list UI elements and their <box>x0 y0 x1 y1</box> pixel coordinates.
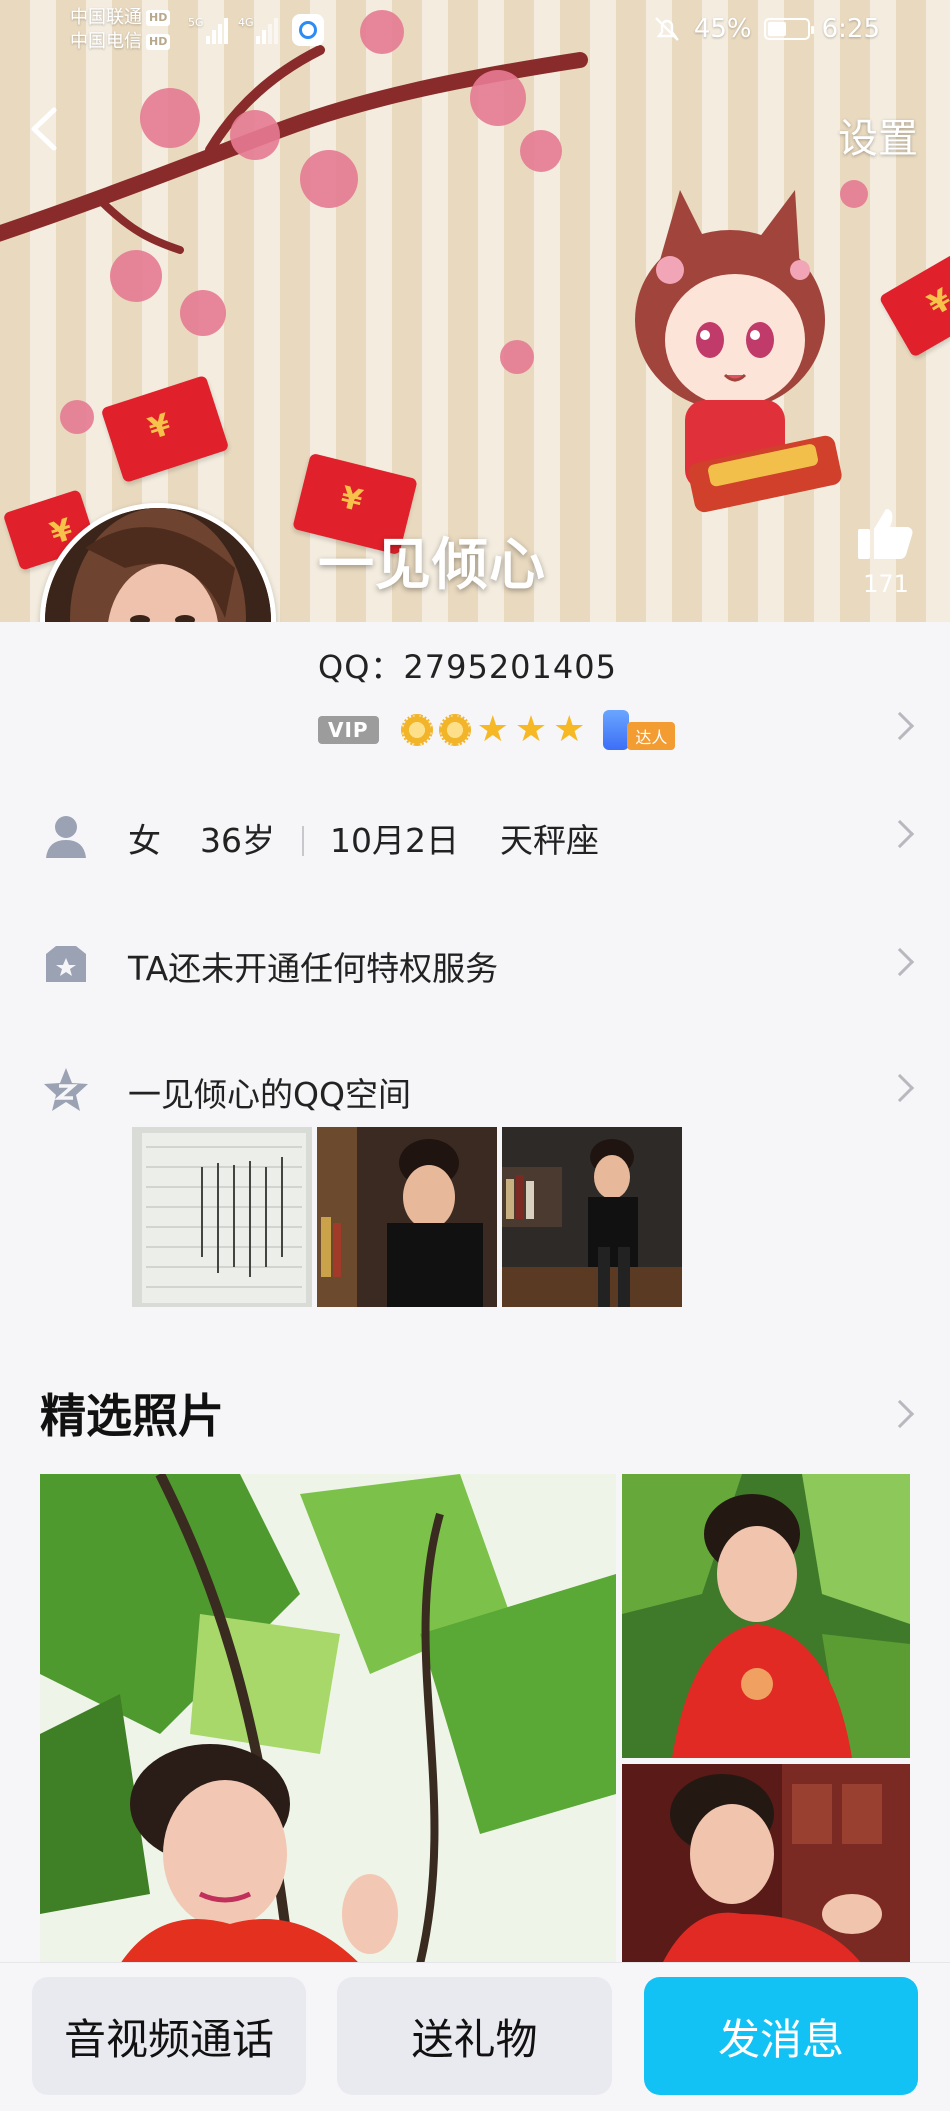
blossom <box>110 250 162 302</box>
qzone-star-icon <box>44 1068 88 1111</box>
blossom <box>500 340 534 374</box>
age: 36岁 <box>200 821 275 860</box>
qzone-text: 一见倾心的QQ空间 <box>128 1075 411 1114</box>
privilege-text: TA还未开通任何特权服务 <box>128 949 499 988</box>
signal-4g-icon: 4G <box>238 16 278 44</box>
blossom <box>300 150 358 208</box>
badge-row[interactable]: VIP ★ ★ ★ 达人 <box>318 710 699 750</box>
privilege-row[interactable]: TA还未开通任何特权服务 <box>0 916 950 1012</box>
qzone-row[interactable]: 一见倾心的QQ空间 <box>0 1042 950 1138</box>
sun-level-icon <box>438 714 471 746</box>
blossom <box>470 70 526 126</box>
vip-badge: VIP <box>318 716 379 744</box>
carrier-1: 中国联通 <box>70 7 142 28</box>
send-message-button[interactable]: 发消息 <box>644 1977 918 2095</box>
qzone-thumbnails <box>132 1127 682 1307</box>
battery-icon <box>763 18 814 40</box>
carrier-info: 中国联通 HD 中国电信 HD <box>70 6 171 54</box>
chevron-right-icon <box>885 819 915 849</box>
clock: 6:25 <box>821 14 880 44</box>
hd-badge: HD <box>146 34 171 50</box>
profile-nickname: 一见倾心 <box>318 533 546 598</box>
blossom <box>230 110 280 160</box>
birthday: 10月2日 <box>330 821 459 860</box>
qzone-thumb-photo[interactable] <box>502 1127 682 1307</box>
mute-bell-icon <box>654 17 679 41</box>
net-label: 5G <box>188 16 204 29</box>
basic-info-row[interactable]: 女 36岁 10月2日 天秤座 <box>0 788 950 884</box>
qq-number: QQ：2795201405 <box>318 648 617 686</box>
back-chevron-icon[interactable] <box>24 104 68 154</box>
anime-fox-girl-illustration <box>635 190 842 513</box>
star-level-icon: ★ <box>553 709 586 750</box>
daren-label: 达人 <box>627 722 676 750</box>
featured-photos-title: 精选照片 <box>40 1389 224 1443</box>
profile-content: QQ：2795201405 VIP ★ ★ ★ 达人 女 36岁 10月2日 天… <box>0 622 950 1964</box>
blossom <box>180 290 226 336</box>
person-icon <box>46 816 86 858</box>
zodiac: 天秤座 <box>500 821 599 860</box>
privilege-crown-icon <box>46 946 86 982</box>
like-count: 171 <box>863 570 909 598</box>
featured-photos-grid <box>40 1474 910 1964</box>
star-level-icon: ★ <box>476 709 509 750</box>
battery-percent: 45% <box>693 14 752 44</box>
daren-badge: 达人 <box>603 710 699 750</box>
notification-app-icon <box>292 14 324 46</box>
qzone-thumb-photo[interactable] <box>317 1127 497 1307</box>
phone-chip-icon <box>603 710 630 750</box>
featured-photo[interactable] <box>622 1764 910 1964</box>
chevron-right-icon <box>885 1073 915 1103</box>
separator <box>301 826 304 856</box>
thumbs-up-icon[interactable] <box>856 505 914 563</box>
net-label: 4G <box>238 16 254 29</box>
basic-info-text: 女 36岁 10月2日 天秤座 <box>128 814 599 862</box>
featured-photo[interactable] <box>622 1474 910 1758</box>
chevron-right-icon[interactable] <box>885 1399 915 1429</box>
carrier-2: 中国电信 <box>70 31 142 52</box>
featured-photo-large[interactable] <box>40 1474 616 1964</box>
hd-badge: HD <box>146 10 171 26</box>
send-gift-button[interactable]: 送礼物 <box>337 1977 612 2095</box>
blossom <box>60 400 94 434</box>
sun-level-icon <box>400 714 433 746</box>
blossom <box>140 88 200 148</box>
red-envelope-decoration <box>878 252 950 358</box>
gender: 女 <box>128 821 161 860</box>
star-level-icon: ★ <box>514 709 548 750</box>
chevron-right-icon[interactable] <box>885 711 915 741</box>
chevron-right-icon <box>885 947 915 977</box>
settings-button[interactable]: 设置 <box>838 106 918 164</box>
qzone-thumb-note[interactable] <box>132 1127 312 1307</box>
red-envelope-decoration <box>100 374 230 484</box>
video-call-button[interactable]: 音视频通话 <box>32 1977 306 2095</box>
signal-5g-icon: 5G <box>188 16 228 44</box>
blossom <box>520 130 562 172</box>
status-bar: 中国联通 HD 中国电信 HD 5G 4G 45% 6:25 <box>0 0 950 64</box>
status-right: 45% 6:25 <box>652 14 880 44</box>
bottom-action-bar: 音视频通话 送礼物 发消息 <box>0 1962 950 2111</box>
